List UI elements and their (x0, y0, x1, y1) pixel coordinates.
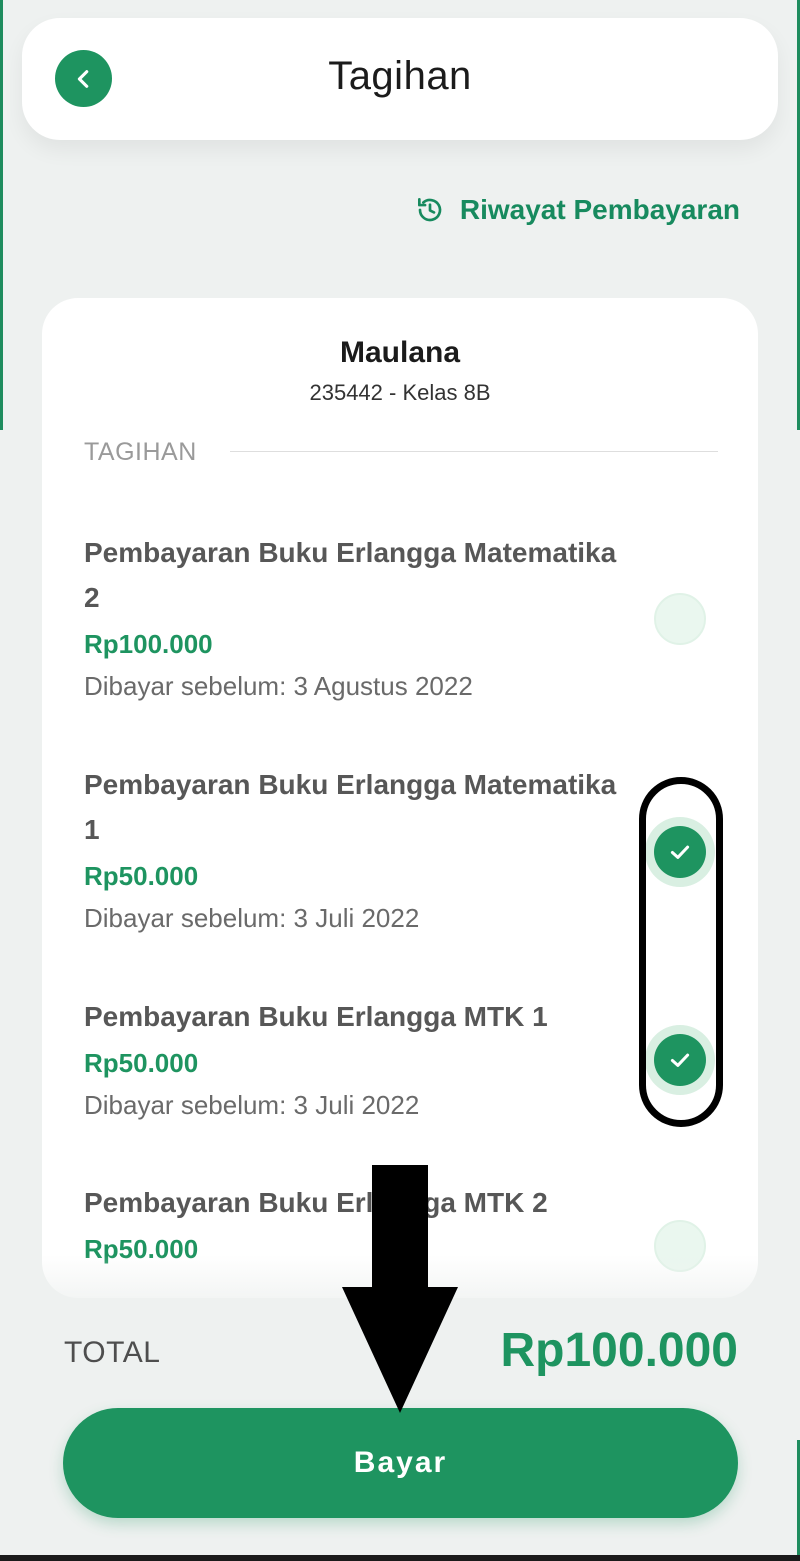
left-border (0, 0, 3, 430)
payment-history-label: Riwayat Pembayaran (459, 194, 740, 225)
bill-item[interactable]: Pembayaran Buku Erlangga Matematika 1 Rp… (84, 762, 724, 938)
bill-due-date: 3 Juli 2022 (293, 1090, 420, 1120)
bill-due: Dibayar sebelum: 3 Agustus 2022 (84, 666, 724, 706)
annotation-ellipse (639, 777, 723, 1127)
bottom-border (0, 1555, 800, 1561)
page-title: Tagihan (328, 54, 472, 98)
history-clock-icon (417, 198, 442, 222)
bill-due: Dibayar sebelum: 3 Juli 2022 (84, 898, 724, 938)
bill-due-date: 3 Agustus 2022 (293, 671, 473, 701)
payment-history-link[interactable]: Riwayat Pembayaran (414, 190, 740, 230)
bill-due-prefix: Dibayar sebelum: (84, 903, 287, 933)
bill-title: Pembayaran Buku Erlangga MTK 1 (84, 1001, 548, 1032)
bill-due-prefix: Dibayar sebelum: (84, 671, 287, 701)
bill-title: Pembayaran Buku Erlangga Matematika 1 (84, 769, 617, 845)
bill-due-date: 3 Juli 2022 (293, 903, 420, 933)
bill-item[interactable]: Pembayaran Buku Erlangga MTK 1 Rp50.000 … (84, 994, 724, 1125)
pay-button[interactable]: Bayar (63, 1408, 738, 1518)
student-name: Maulana (339, 336, 461, 369)
bill-item[interactable]: Pembayaran Buku Erlangga Matematika 2 Rp… (84, 530, 724, 706)
total-value: Rp100.000 (500, 1324, 739, 1377)
bill-title: Pembayaran Buku Erlangga Matematika 2 (84, 537, 617, 613)
section-divider (230, 451, 718, 452)
section-label: TAGIHAN (84, 438, 197, 466)
student-meta: 235442 - Kelas 8B (309, 380, 491, 405)
annotation-arrow-down-icon (342, 1165, 458, 1413)
bill-due: Dibayar sebelum: 3 Juli 2022 (84, 1085, 724, 1125)
bill-amount: Rp50.000 (84, 861, 199, 891)
bill-checkbox-unchecked[interactable] (654, 593, 706, 645)
bill-amount: Rp50.000 (84, 1048, 199, 1078)
bill-due-prefix: Dibayar sebelum: (84, 1090, 287, 1120)
total-label: TOTAL (64, 1336, 161, 1369)
bill-screen: Tagihan Riwayat Pembayaran Maulana 23544… (0, 0, 800, 1561)
header-bar: Tagihan (22, 18, 778, 140)
bill-amount: Rp100.000 (84, 629, 213, 659)
